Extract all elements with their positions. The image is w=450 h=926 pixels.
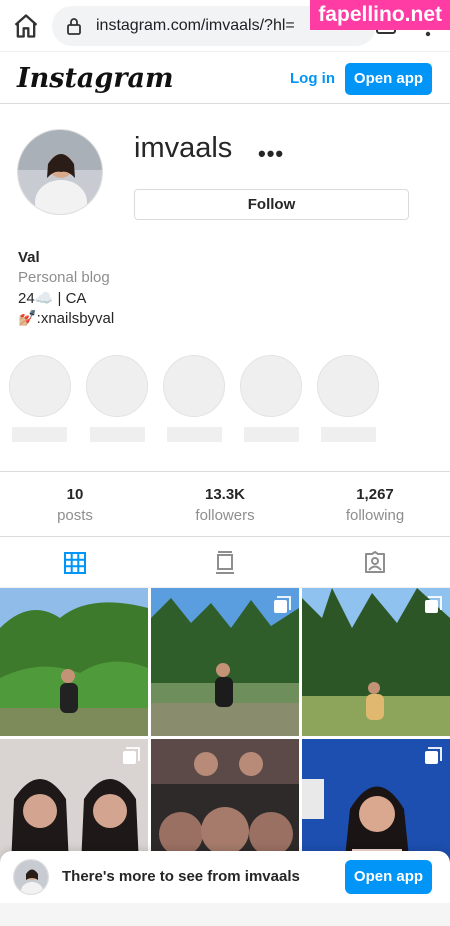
highlight-label-placeholder xyxy=(90,427,145,442)
bio-text: 24☁️ | CA xyxy=(18,290,87,307)
profile-tabs xyxy=(0,538,450,588)
bio-text: 💅🏼:xnailsbyval xyxy=(18,310,115,327)
profile-avatar[interactable] xyxy=(17,129,103,215)
followers-count[interactable]: 13.3K followers xyxy=(150,486,300,524)
open-app-button[interactable]: Open app xyxy=(345,63,432,95)
profile-stats: 10 posts 13.3K followers 1,267 following xyxy=(0,471,450,537)
highlight-label-placeholder xyxy=(167,427,222,442)
bottom-strip xyxy=(0,903,450,926)
highlight-label-placeholder xyxy=(12,427,67,442)
grid-icon[interactable] xyxy=(63,551,87,575)
multiple-photos-icon xyxy=(425,747,442,764)
bio-name: Val xyxy=(18,249,40,266)
multiple-photos-icon xyxy=(425,596,442,613)
banner-avatar xyxy=(13,859,49,895)
browser-toolbar: instagram.com/imvaals/?hl= fapellino.net xyxy=(0,0,450,52)
highlight-placeholder[interactable] xyxy=(163,355,225,417)
highlight-label-placeholder xyxy=(321,427,376,442)
follow-button[interactable]: Follow xyxy=(134,189,409,220)
home-icon[interactable] xyxy=(12,12,40,40)
instagram-logo[interactable]: Instagram xyxy=(17,63,174,94)
highlight-placeholder[interactable] xyxy=(317,355,379,417)
post-thumbnail[interactable] xyxy=(0,588,148,736)
multiple-photos-icon xyxy=(123,747,140,764)
tagged-icon[interactable] xyxy=(363,551,387,575)
more-options-icon[interactable]: ••• xyxy=(258,141,284,167)
post-thumbnail[interactable] xyxy=(302,588,450,736)
ig-header: Instagram Log in Open app xyxy=(0,54,450,104)
post-thumbnail[interactable] xyxy=(151,588,299,736)
highlight-placeholder[interactable] xyxy=(9,355,71,417)
bio-category: Personal blog xyxy=(18,269,110,286)
feed-icon[interactable] xyxy=(213,551,237,575)
open-app-banner: There's more to see from imvaals Open ap… xyxy=(0,851,450,903)
posts-count: 10 posts xyxy=(57,486,93,524)
login-link[interactable]: Log in xyxy=(290,70,335,87)
highlight-placeholder[interactable] xyxy=(86,355,148,417)
highlight-placeholder[interactable] xyxy=(240,355,302,417)
banner-open-app-button[interactable]: Open app xyxy=(345,860,432,894)
url-text: instagram.com/imvaals/?hl= xyxy=(96,17,295,34)
highlight-label-placeholder xyxy=(244,427,299,442)
following-count[interactable]: 1,267 following xyxy=(300,486,450,524)
watermark: fapellino.net xyxy=(310,0,450,30)
profile-username: imvaals xyxy=(134,132,233,164)
multiple-photos-icon xyxy=(274,596,291,613)
lock-icon xyxy=(67,18,81,35)
banner-message: There's more to see from imvaals xyxy=(62,868,300,885)
